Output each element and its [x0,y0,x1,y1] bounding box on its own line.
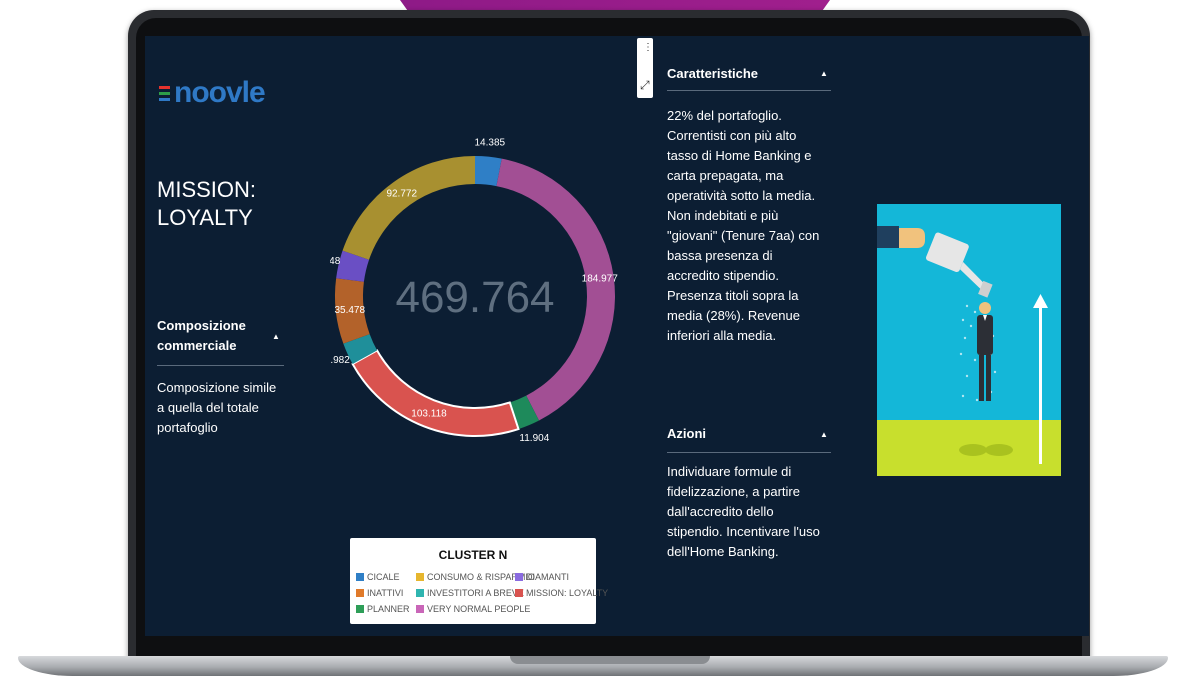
legend-label: MISSION: LOYALTY [526,588,609,598]
legend-swatch [416,605,424,613]
watering-can-icon [926,232,993,298]
cluster-donut-chart: 14.385 184.977 11.904 103.118 11.982 35.478 15… [330,138,619,444]
legend-swatch [356,605,364,613]
more-vertical-icon[interactable]: ⋮ [643,43,653,53]
legend-swatch [416,573,424,581]
noovle-logo: noovle [159,76,266,110]
legend-item[interactable]: PLANNER [356,604,410,614]
donut-slice-mission-loyalty[interactable] [351,349,520,437]
legend-item[interactable]: MISSION: LOYALTY [515,588,608,598]
characteristics-title[interactable]: Caratteristiche [667,64,758,84]
legend-label: PLANNER [367,604,410,614]
legend-item[interactable]: INATTIVI [356,588,403,598]
characteristics-divider [667,90,831,91]
logo-bar-green [159,91,170,95]
growth-arrow-icon [1033,294,1048,464]
plant-leaf-right [985,444,1013,456]
legend-label: DIAMANTI [526,572,570,582]
actions-divider [667,452,831,453]
legend-label: INATTIVI [367,588,404,598]
hand-shape [899,228,925,248]
characteristics-collapse-caret-icon[interactable]: ▲ [820,69,828,78]
legend-swatch [515,589,523,597]
slice-label: 35.478 [334,305,365,316]
slice-label: 14.385 [474,138,505,149]
logo-bar-red [159,85,170,89]
chart-legend: CLUSTER N CICALE CONSUMO & RISPARMIO DIAMA… [350,538,608,624]
logo-mark-icon [159,85,170,101]
slice-label: 103.118 [411,408,447,419]
slice-label: 11.982 [330,355,350,366]
legend-label: INVESTITORI A BREVE [427,588,524,598]
dashboard-screen: noovle MISSION: LOYALTY Composizione com… [145,36,1089,636]
composition-collapse-caret-icon[interactable]: ▲ [272,332,280,341]
actions-collapse-caret-icon[interactable]: ▲ [820,430,828,439]
watering-can-growth-illustration [877,204,1061,476]
legend-item[interactable]: CICALE [356,572,400,582]
logo-text: noovle [174,76,266,109]
illustration-drawing [877,226,1048,464]
slice-label: 92.772 [386,188,417,199]
sleeve-shape [877,226,899,248]
legend-item[interactable]: INVESTITORI A BREVE [416,588,524,598]
plant-leaf-left [959,444,987,456]
legend-swatch [416,589,424,597]
composition-divider [157,365,284,366]
expand-icon[interactable]: ⤢ [640,78,650,93]
donut-center-total: 469.764 [395,273,554,322]
legend-item[interactable]: VERY NORMAL PEOPLE [416,604,530,614]
legend-swatch [515,573,523,581]
legend-item[interactable]: DIAMANTI [515,572,569,582]
legend-label: VERY NORMAL PEOPLE [427,604,531,614]
donut-slice-consumo-risparmio[interactable] [342,156,475,260]
businessman-figure [977,302,993,401]
mission-title: MISSION: LOYALTY [157,177,257,230]
legend-swatch [356,573,364,581]
laptop-base-notch [510,656,710,664]
actions-title[interactable]: Azioni [667,424,706,444]
logo-bar-blue [159,97,170,101]
composition-title[interactable]: Composizione commerciale [157,316,267,356]
legend-label: CICALE [367,572,400,582]
legend-swatch [356,589,364,597]
laptop-base [18,656,1168,676]
slice-label: 11.904 [519,433,549,444]
actions-body: Individuare formule di fidelizzazione, a… [667,464,820,559]
slice-label: 15.148 [330,256,341,267]
legend-title: CLUSTER N [438,548,508,562]
composition-body: Composizione simile a quella del totale … [157,380,277,435]
characteristics-body: 22% del portafoglio. Correntisti con più… [667,108,820,343]
slice-label: 184.977 [582,273,619,284]
widget-toolbar: ⋮ ⤢ [637,38,653,98]
